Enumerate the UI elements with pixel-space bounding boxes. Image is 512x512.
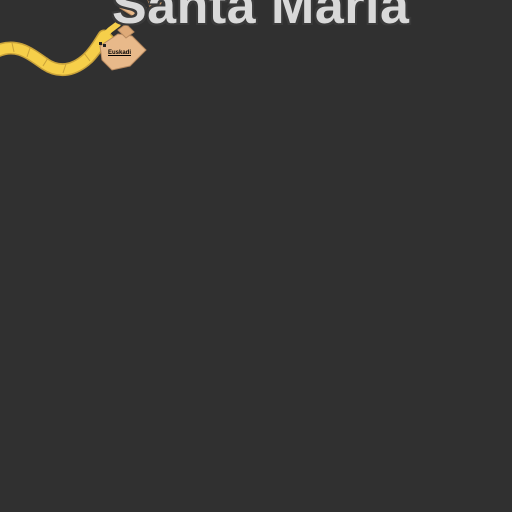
place-label: Santa Maria (112, 0, 410, 35)
map-viewport[interactable]: Santa Maria Euskadi (0, 0, 512, 512)
poi-label[interactable]: Euskadi (108, 50, 131, 57)
map-features (0, 0, 163, 77)
road-marker (103, 44, 106, 47)
road-marker (99, 42, 102, 45)
